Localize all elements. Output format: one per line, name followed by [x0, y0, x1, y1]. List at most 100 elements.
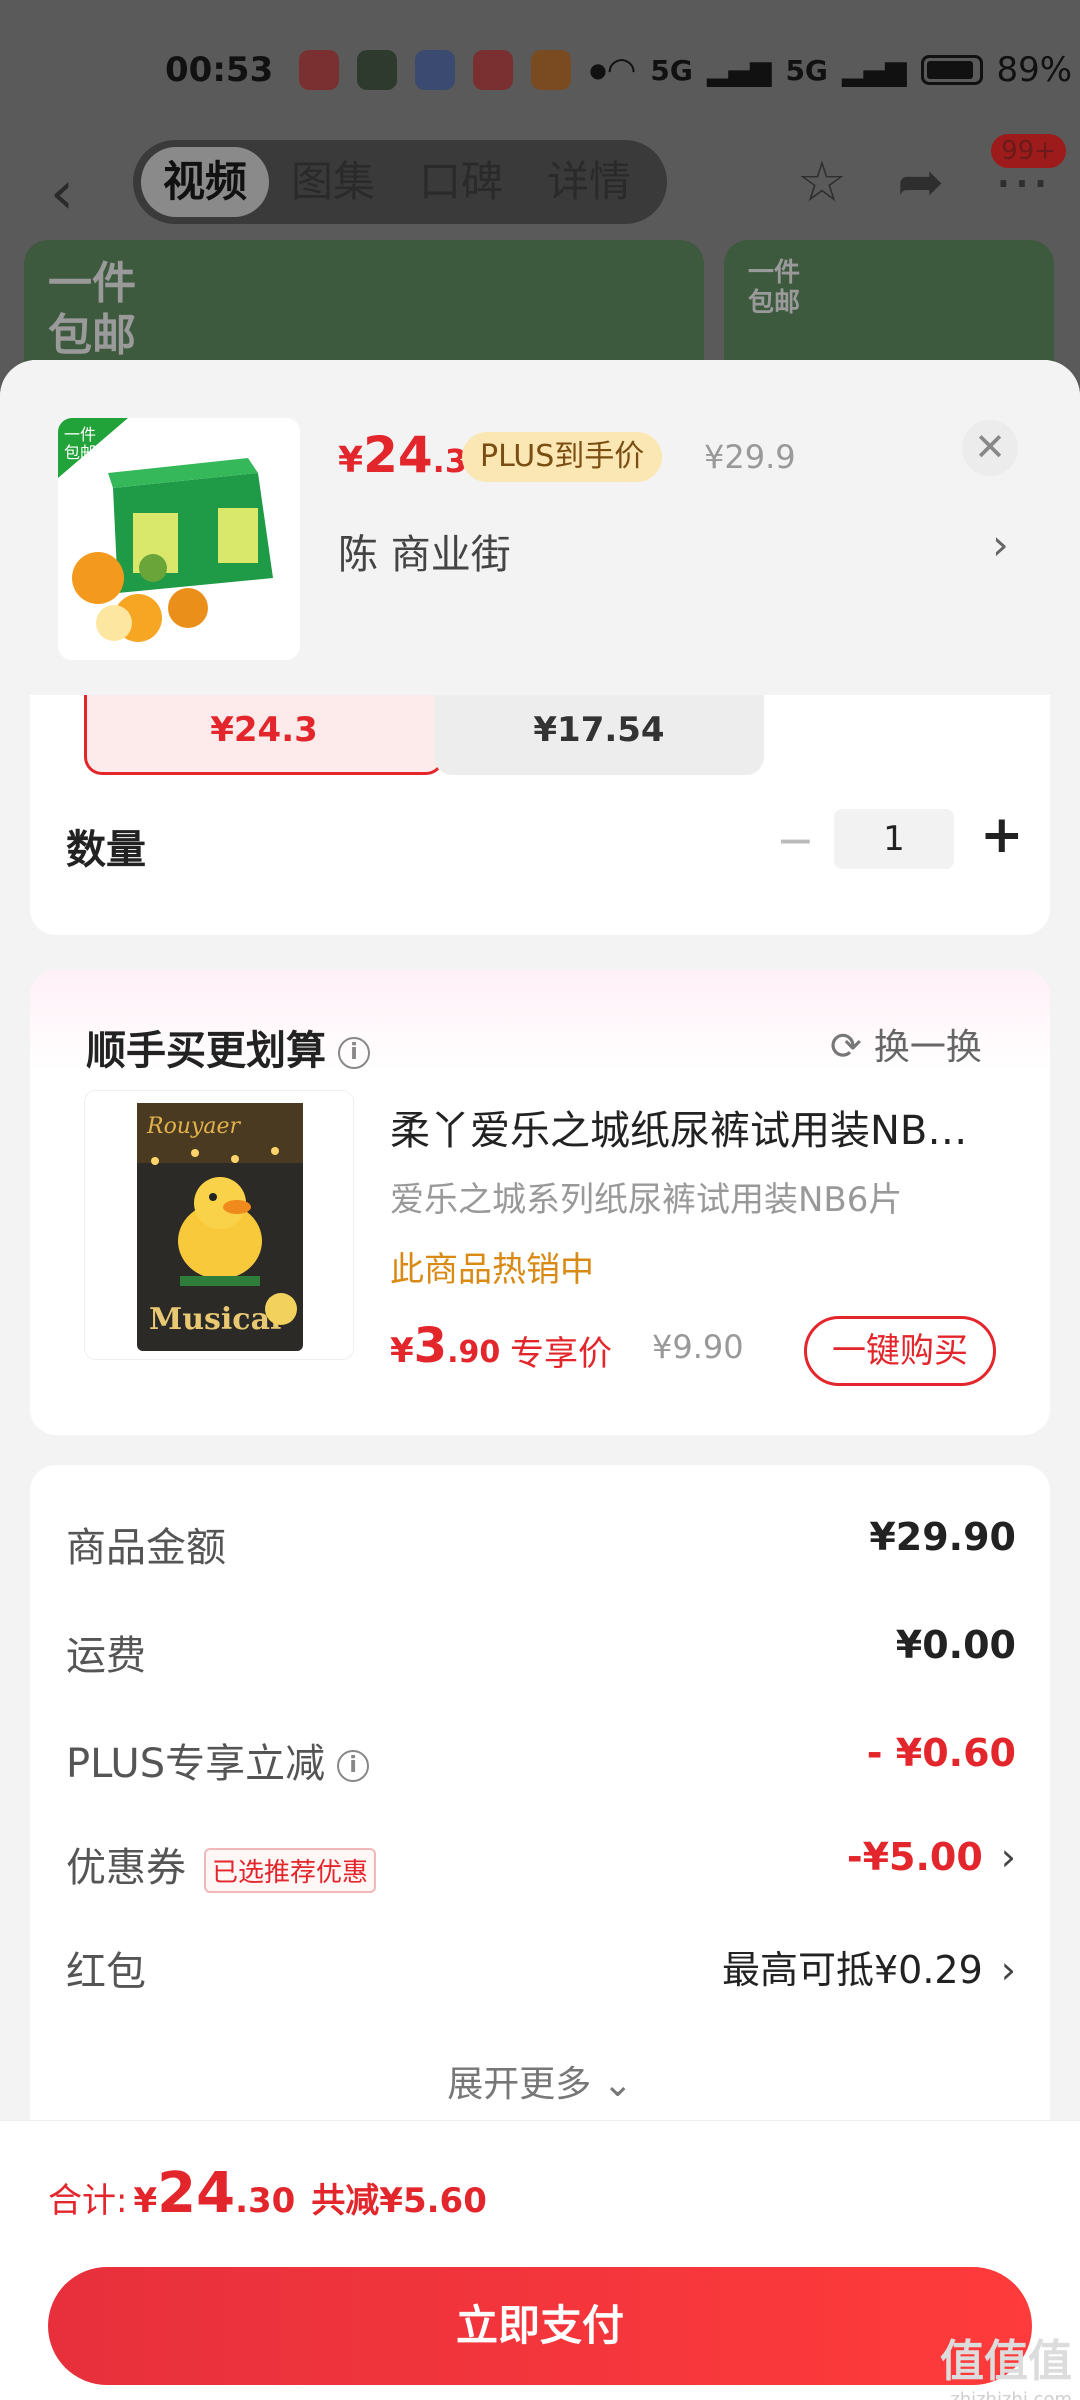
app-icon	[531, 50, 572, 90]
close-button[interactable]: ✕	[962, 420, 1018, 476]
upsell-original-price: ¥9.90	[652, 1328, 744, 1366]
quantity-plus-button[interactable]: +	[980, 805, 1024, 865]
share-icon[interactable]: ➦	[897, 150, 944, 215]
quantity-minus-button[interactable]: −	[776, 813, 815, 867]
summary-label: 红包	[66, 1949, 146, 1995]
checkout-sheet: 一件 包邮 ¥24.3 PLUS到手价 ¥29.9 ✕ 陈 商业街 › ¥24.…	[0, 360, 1080, 2400]
total-saving: 共减¥5.60	[311, 2181, 487, 2221]
upsell-thumbnail[interactable]: Rouyaer Musical	[84, 1090, 354, 1360]
background-page: 00:53 ● ◠ 5G ▂▄▆ 5G ▂▄▆ 89% ‹ 视频 图集 口碑 详…	[0, 0, 1080, 420]
chevron-right-icon: ›	[1000, 1835, 1016, 1879]
summary-label: 运费	[66, 1633, 146, 1679]
plus-price-tag: PLUS到手价	[462, 432, 663, 482]
thumb-tag-line1: 一件	[64, 425, 96, 444]
expand-more-button[interactable]: 展开更多 ⌄	[30, 2055, 1050, 2107]
summary-value: -¥5.00 ›	[847, 1835, 1016, 1879]
thumb-brand: Rouyaer	[146, 1114, 242, 1139]
spec-option[interactable]: ¥17.54	[434, 695, 764, 775]
delivery-address[interactable]: 陈 商业街	[338, 522, 511, 580]
original-price: ¥29.9	[704, 438, 796, 476]
more-notifications-icon: ●	[589, 58, 607, 82]
signal-5g-icon-2: 5G	[785, 53, 828, 87]
watermark-main: 值值值	[940, 2336, 1072, 2387]
price-currency: ¥	[338, 440, 364, 481]
upsell-exclusive-label: 专享价	[510, 1334, 612, 1374]
status-bar: 00:53 ● ◠ 5G ▂▄▆ 5G ▂▄▆ 89%	[0, 0, 1080, 140]
tab-details[interactable]: 详情	[525, 147, 653, 217]
upsell-title: 顺手买更划算 i	[86, 1018, 370, 1076]
watermark: 值值值 zhizhizhi.com	[940, 2325, 1072, 2400]
red-packet-value: 最高可抵¥0.29	[722, 1948, 983, 1992]
order-summary: 商品金额 ¥29.90 运费 ¥0.00 PLUS专享立减 i - ¥0.60 优…	[30, 1465, 1050, 2165]
manman-icon	[473, 50, 514, 90]
summary-row-plus-discount: PLUS专享立减 i - ¥0.60	[66, 1731, 1016, 1791]
diaper-pack-image: Rouyaer Musical	[85, 1091, 353, 1359]
baidu-icon	[415, 50, 456, 90]
product-header: 一件 包邮 ¥24.3 PLUS到手价 ¥29.9 ✕ 陈 商业街 ›	[0, 360, 1080, 695]
total-int: 24	[157, 2161, 236, 2226]
summary-row-coupon[interactable]: 优惠券 已选推荐优惠 -¥5.00 ›	[66, 1835, 1016, 1895]
upsell-card: 顺手买更划算 i ⟳ 换一换 Rouyaer Musical 柔丫爱乐之城纸尿裤试用…	[30, 970, 1050, 1435]
upsell-product-name[interactable]: 柔丫爱乐之城纸尿裤试用装NB…	[390, 1098, 1010, 1156]
bg-promo-left-text: 一件 包邮	[48, 258, 136, 361]
summary-label-text: 优惠券	[66, 1845, 186, 1891]
product-thumbnail: 一件 包邮	[58, 418, 300, 660]
summary-row-red-packet[interactable]: 红包 最高可抵¥0.29 ›	[66, 1939, 1016, 1999]
pay-now-button[interactable]: 立即支付	[48, 2267, 1032, 2385]
info-icon[interactable]: i	[337, 1750, 370, 1782]
chevron-right-icon[interactable]: ›	[992, 520, 1009, 569]
summary-value: - ¥0.60	[866, 1731, 1016, 1775]
refresh-label: 换一换	[873, 1027, 982, 1068]
summary-label-text: PLUS专享立减	[66, 1741, 326, 1787]
upsell-price-currency: ¥	[390, 1331, 414, 1371]
battery-icon	[920, 55, 983, 85]
summary-label: 优惠券 已选推荐优惠	[66, 1835, 377, 1893]
summary-value: ¥0.00	[895, 1623, 1016, 1667]
tab-reviews[interactable]: 口碑	[397, 147, 525, 217]
message-badge: 99+	[991, 134, 1066, 168]
notification-icons: ●	[299, 50, 607, 90]
total-label: 合计:	[48, 2181, 128, 2221]
upsell-price: ¥3.90	[390, 1318, 500, 1374]
checkout-bar: 合计: ¥24.30 共减¥5.60 立即支付	[0, 2120, 1080, 2400]
summary-label: 商品金额	[66, 1525, 226, 1571]
product-price: ¥24.3	[338, 426, 467, 484]
upsell-product-subtitle: 爱乐之城系列纸尿裤试用装NB6片	[390, 1180, 903, 1220]
thumb-title: Musical	[149, 1302, 281, 1337]
summary-row-goods: 商品金额 ¥29.90	[66, 1515, 1016, 1575]
summary-label: PLUS专享立减 i	[66, 1731, 370, 1789]
back-icon[interactable]: ‹	[50, 158, 74, 228]
wifi-icon: ◠	[606, 50, 637, 90]
chevron-right-icon: ›	[1000, 1948, 1016, 1992]
upsell-price-dec: .90	[447, 1335, 501, 1370]
status-right: ◠ 5G ▂▄▆ 5G ▂▄▆ 89%	[607, 50, 1072, 90]
total-currency: ¥	[133, 2181, 158, 2221]
battery-percent: 89%	[996, 50, 1073, 90]
quantity-input[interactable]: 1	[834, 809, 954, 869]
signal-bars-icon: ▂▄▆	[706, 53, 772, 87]
refresh-icon: ⟳	[830, 1024, 862, 1068]
info-icon[interactable]: i	[338, 1037, 370, 1069]
summary-value: ¥29.90	[869, 1515, 1016, 1559]
tab-gallery[interactable]: 图集	[269, 147, 397, 217]
total-line: 合计: ¥24.30 共减¥5.60	[48, 2161, 487, 2226]
one-click-buy-button[interactable]: 一键购买	[804, 1316, 996, 1386]
signal-5g-icon: 5G	[650, 53, 693, 87]
upsell-title-text: 顺手买更划算	[86, 1028, 326, 1074]
status-time: 00:53	[165, 50, 274, 90]
spec-option-selected[interactable]: ¥24.3	[84, 695, 444, 775]
watermark-sub: zhizhizhi.com	[950, 2389, 1072, 2400]
thumb-tag-line2: 包邮	[64, 443, 96, 462]
quantity-label: 数量	[66, 827, 146, 873]
upsell-hot-label: 此商品热销中	[390, 1250, 594, 1290]
summary-value: 最高可抵¥0.29 ›	[722, 1939, 1016, 1994]
upsell-price-int: 3	[413, 1318, 448, 1374]
nav-tabs: 视频 图集 口碑 详情	[133, 140, 667, 224]
refresh-button[interactable]: ⟳ 换一换	[830, 1018, 982, 1070]
tab-video[interactable]: 视频	[141, 147, 270, 217]
weibo-icon	[299, 50, 340, 90]
signal-bars-icon-2: ▂▄▆	[841, 53, 907, 87]
favorite-star-icon[interactable]: ☆	[797, 150, 847, 215]
coupon-value: -¥5.00	[846, 1835, 983, 1879]
bg-promo-right-text: 一件 包邮	[748, 258, 801, 318]
